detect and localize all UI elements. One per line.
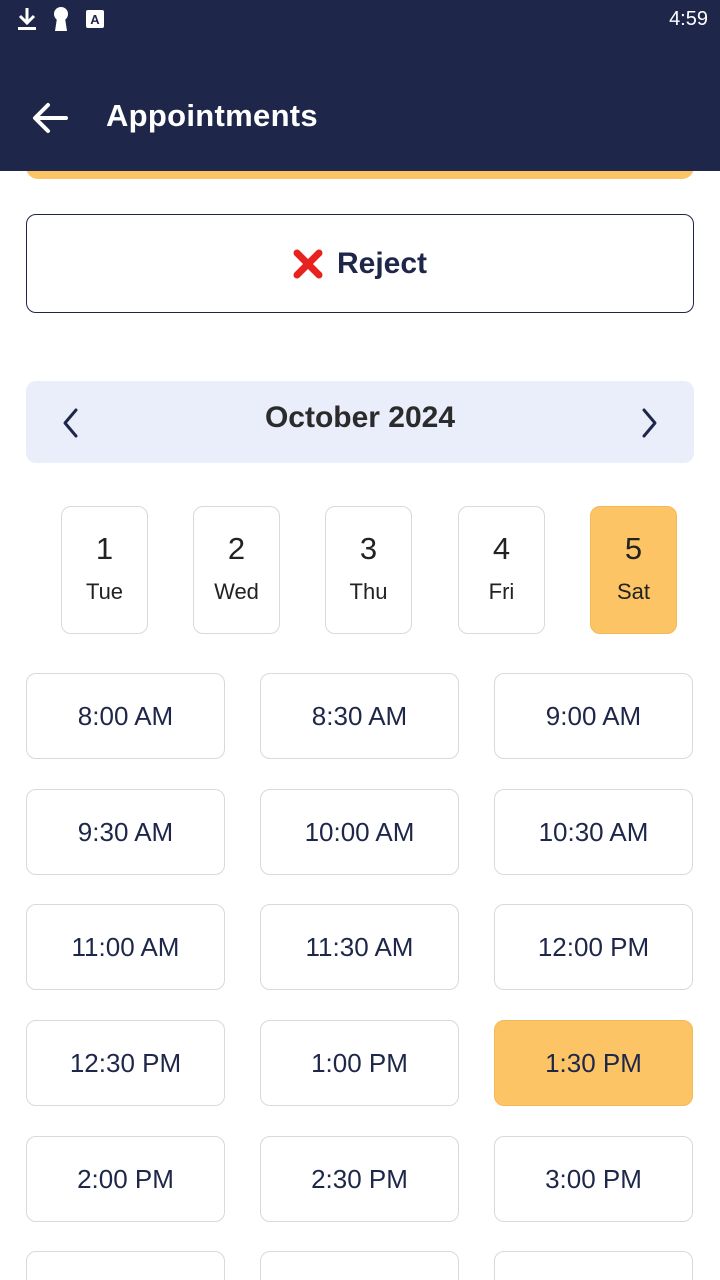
time-slot[interactable]: 11:00 AM (26, 904, 225, 990)
day-number: 2 (227, 531, 246, 566)
day-number: 3 (359, 531, 378, 566)
main-content[interactable]: Reject October 2024 1 Tue 2 Wed 3 Thu 4 (0, 171, 720, 1280)
day-card[interactable]: 3 Thu (325, 506, 412, 634)
status-time: 4:59 (669, 8, 708, 30)
day-number: 5 (624, 531, 643, 566)
keyhole-icon (54, 7, 68, 31)
back-button[interactable] (28, 96, 72, 140)
time-slot[interactable]: 12:00 PM (494, 904, 693, 990)
time-slot[interactable]: 8:00 AM (26, 673, 225, 759)
day-number: 4 (492, 531, 511, 566)
app-a-icon: A (86, 10, 104, 28)
time-slot[interactable]: 9:00 AM (494, 673, 693, 759)
svg-text:A: A (90, 12, 100, 27)
app-bar: Appointments (0, 40, 720, 171)
month-label: October 2024 (264, 401, 456, 434)
time-slot[interactable]: 12:30 PM (26, 1020, 225, 1106)
time-slot[interactable] (26, 1251, 225, 1280)
time-slot[interactable]: 10:00 AM (260, 789, 459, 875)
page-title: Appointments (106, 98, 318, 133)
time-slot[interactable]: 3:00 PM (494, 1136, 693, 1222)
accept-button-peek[interactable] (26, 171, 694, 179)
time-slot[interactable] (260, 1251, 459, 1280)
time-slot[interactable]: 2:30 PM (260, 1136, 459, 1222)
time-slot[interactable]: 10:30 AM (494, 789, 693, 875)
time-slot[interactable]: 2:00 PM (26, 1136, 225, 1222)
time-slot[interactable] (494, 1251, 693, 1280)
status-bar: A 4:59 (0, 0, 720, 40)
time-slot[interactable]: 1:00 PM (260, 1020, 459, 1106)
day-card-selected[interactable]: 5 Sat (590, 506, 677, 634)
time-slot-selected[interactable]: 1:30 PM (494, 1020, 693, 1106)
time-slot[interactable]: 11:30 AM (260, 904, 459, 990)
day-card[interactable]: 4 Fri (458, 506, 545, 634)
month-navigator: October 2024 (26, 381, 694, 463)
day-weekday: Thu (349, 579, 388, 604)
day-number: 1 (95, 531, 114, 566)
time-slot[interactable]: 8:30 AM (260, 673, 459, 759)
day-weekday: Tue (85, 579, 124, 604)
day-weekday: Fri (488, 579, 515, 604)
reject-label: Reject (336, 246, 428, 280)
day-selector: 1 Tue 2 Wed 3 Thu 4 Fri 5 Sat (61, 506, 677, 634)
day-card[interactable]: 1 Tue (61, 506, 148, 634)
day-weekday: Wed (214, 579, 259, 604)
time-slot[interactable]: 9:30 AM (26, 789, 225, 875)
x-mark-icon (293, 249, 323, 278)
chevron-right-icon (642, 408, 657, 438)
arrow-left-icon (33, 103, 68, 133)
day-weekday: Sat (616, 579, 651, 604)
download-icon (18, 8, 36, 30)
day-card[interactable]: 2 Wed (193, 506, 280, 634)
next-month-button[interactable] (634, 405, 664, 441)
reject-button[interactable]: Reject (26, 214, 694, 313)
status-icons: A (16, 6, 106, 32)
